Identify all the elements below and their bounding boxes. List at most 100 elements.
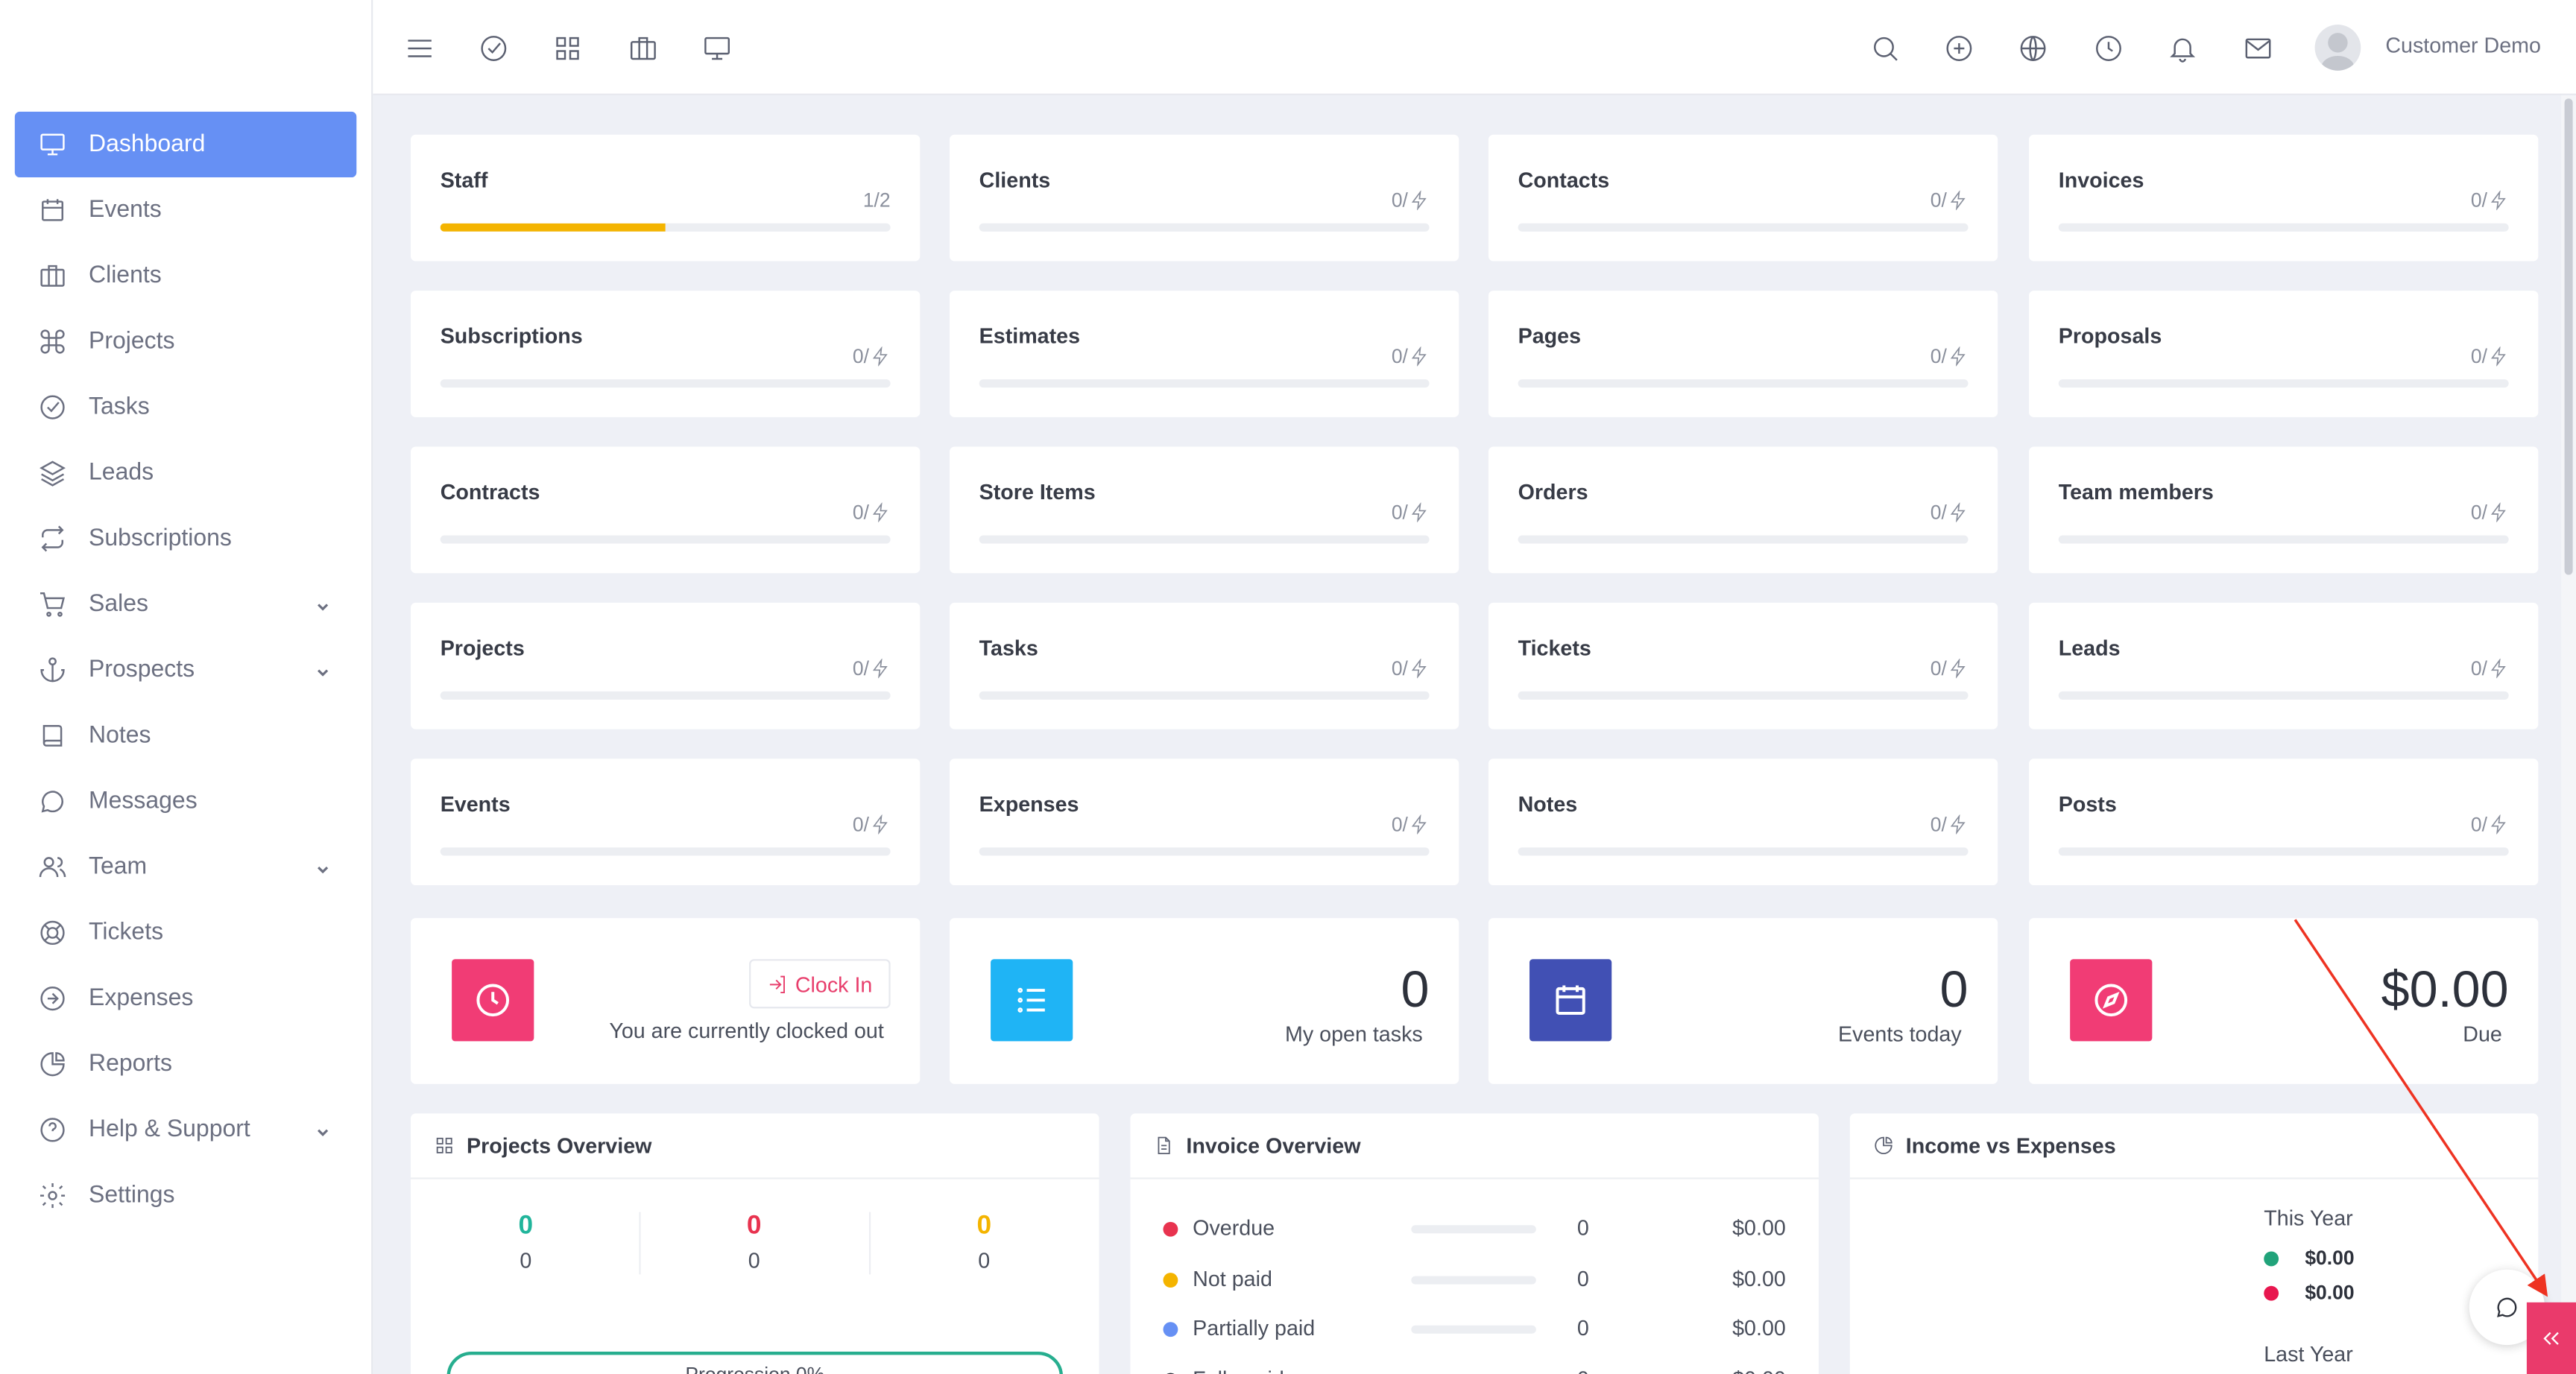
due-amount: $0.00 xyxy=(2381,960,2509,1019)
invoice-row-partially-paid[interactable]: Partially paid 0 $0.00 xyxy=(1163,1312,1786,1345)
sidebar-item-label: Projects xyxy=(89,328,175,355)
stat-progress-bar xyxy=(2058,847,2509,856)
page-scrollbar[interactable] xyxy=(2561,95,2576,1374)
mail-icon[interactable] xyxy=(2239,30,2275,66)
sidebar-item-settings[interactable]: Settings xyxy=(15,1163,356,1229)
stat-title: Leads xyxy=(2058,635,2121,661)
stat-card-store-items[interactable]: Store Items 0/ xyxy=(949,446,1459,574)
sidebar-item-dashboard[interactable]: Dashboard xyxy=(14,111,357,178)
sidebar-item-tasks[interactable]: Tasks xyxy=(15,375,356,440)
invoice-status-label: Fully paid xyxy=(1193,1366,1284,1374)
book-icon xyxy=(38,721,68,751)
clock-status-text: You are currently clocked out xyxy=(609,1018,884,1043)
sidebar-item-sales[interactable]: Sales xyxy=(15,572,356,637)
income-expenses-panel: Income vs Expenses This Year $0.00 $0.00… xyxy=(1849,1113,2539,1374)
due-widget[interactable]: $0.00 Due xyxy=(2029,918,2539,1084)
projects-hold-column[interactable]: 0 0 xyxy=(869,1212,1099,1273)
bell-icon[interactable] xyxy=(2164,30,2200,66)
stat-count-value: 0/ xyxy=(852,501,869,525)
stat-card-subscriptions[interactable]: Subscriptions 0/ xyxy=(411,291,921,417)
stat-card-projects[interactable]: Projects 0/ xyxy=(411,602,921,729)
sidebar-item-events[interactable]: Events xyxy=(15,177,356,243)
stat-count: 0/ xyxy=(853,657,891,680)
sidebar-item-tickets[interactable]: Tickets xyxy=(15,900,356,966)
invoice-amount: $0.00 xyxy=(1732,1265,1786,1291)
projects-open-column[interactable]: 0 0 xyxy=(411,1212,641,1273)
monitor-icon[interactable] xyxy=(698,30,734,66)
tasks-widget-icon-box xyxy=(991,959,1073,1042)
sidebar-item-help-support[interactable]: Help & Support xyxy=(15,1097,356,1162)
app-root: Dashboard Events Clients Projects Tasks Leads… xyxy=(0,0,2576,1374)
clock-in-button[interactable]: Clock In xyxy=(749,959,891,1009)
stat-progress-bar xyxy=(2058,535,2509,544)
projects-overdue-column[interactable]: 0 0 xyxy=(639,1212,869,1273)
zap-icon xyxy=(2490,502,2506,522)
stat-count-value: 0/ xyxy=(1930,501,1947,525)
stat-count-value: 0/ xyxy=(1391,344,1408,368)
chevron-down-icon xyxy=(315,1120,330,1136)
clock-icon[interactable] xyxy=(2090,30,2126,66)
sidebar-item-subscriptions[interactable]: Subscriptions xyxy=(15,506,356,572)
stat-card-events[interactable]: Events 0/ xyxy=(411,759,921,886)
invoice-row-not-paid[interactable]: Not paid 0 $0.00 xyxy=(1163,1262,1786,1295)
stat-card-team-members[interactable]: Team members 0/ xyxy=(2029,446,2539,574)
invoice-count: 0 xyxy=(1576,1265,1589,1291)
stat-card-posts[interactable]: Posts 0/ xyxy=(2029,759,2539,886)
plus-circle-icon[interactable] xyxy=(1940,30,1976,66)
stat-card-tickets[interactable]: Tickets 0/ xyxy=(1488,602,1998,729)
sidebar-item-notes[interactable]: Notes xyxy=(15,703,356,768)
status-dot xyxy=(1163,1272,1178,1287)
grid-icon[interactable] xyxy=(549,30,584,66)
sidebar-item-clients[interactable]: Clients xyxy=(15,243,356,308)
stat-card-expenses[interactable]: Expenses 0/ xyxy=(949,759,1459,886)
briefcase-icon xyxy=(38,261,68,291)
sidebar-item-expenses[interactable]: Expenses xyxy=(15,966,356,1031)
stat-progress-bar xyxy=(2058,223,2509,232)
stat-progress-bar xyxy=(979,223,1430,232)
stat-card-tasks[interactable]: Tasks 0/ xyxy=(949,602,1459,729)
brand-area xyxy=(0,0,371,95)
invoice-row-overdue[interactable]: Overdue 0 $0.00 xyxy=(1163,1212,1786,1245)
sidebar-item-projects[interactable]: Projects xyxy=(15,308,356,374)
stat-card-estimates[interactable]: Estimates 0/ xyxy=(949,291,1459,417)
open-tasks-count: 0 xyxy=(1401,960,1430,1019)
stat-card-staff[interactable]: Staff 1/2 xyxy=(411,134,921,262)
avatar[interactable] xyxy=(2314,25,2361,71)
stat-title: Team members xyxy=(2058,479,2214,504)
events-today-label: Events today xyxy=(1838,1021,1962,1047)
menu-icon[interactable] xyxy=(401,30,437,66)
stat-count-value: 0/ xyxy=(2470,501,2488,525)
briefcase-icon[interactable] xyxy=(625,30,660,66)
sidebar-item-leads[interactable]: Leads xyxy=(15,440,356,506)
stat-card-pages[interactable]: Pages 0/ xyxy=(1488,291,1998,417)
stat-card-contracts[interactable]: Contracts 0/ xyxy=(411,446,921,574)
stat-card-leads[interactable]: Leads 0/ xyxy=(2029,602,2539,729)
stat-card-contacts[interactable]: Contacts 0/ xyxy=(1488,134,1998,262)
stat-card-notes[interactable]: Notes 0/ xyxy=(1488,759,1998,886)
username[interactable]: Customer Demo xyxy=(2385,33,2541,57)
check-circle-icon[interactable] xyxy=(475,30,511,66)
this-year-expenses: $0.00 xyxy=(2264,1281,2355,1304)
sidebar-item-prospects[interactable]: Prospects xyxy=(15,637,356,703)
stat-card-proposals[interactable]: Proposals 0/ xyxy=(2029,291,2539,417)
scrollbar-thumb[interactable] xyxy=(2564,98,2573,575)
stat-count-value: 0/ xyxy=(852,344,869,368)
search-icon[interactable] xyxy=(1866,30,1902,66)
stat-card-orders[interactable]: Orders 0/ xyxy=(1488,446,1998,574)
globe-icon[interactable] xyxy=(2014,30,2050,66)
stat-card-invoices[interactable]: Invoices 0/ xyxy=(2029,134,2539,262)
status-dot xyxy=(1163,1221,1178,1237)
clock-in-label: Clock In xyxy=(795,971,873,996)
stat-title: Clients xyxy=(979,167,1051,192)
open-tasks-widget[interactable]: 0 My open tasks xyxy=(949,918,1459,1084)
stat-count-value: 0/ xyxy=(1930,813,1947,836)
sidebar-item-label: Dashboard xyxy=(89,131,206,158)
stat-card-clients[interactable]: Clients 0/ xyxy=(949,134,1459,262)
sidebar-item-reports[interactable]: Reports xyxy=(15,1031,356,1097)
events-today-widget[interactable]: 0 Events today xyxy=(1488,918,1998,1084)
sidebar-item-messages[interactable]: Messages xyxy=(15,769,356,835)
invoice-row-fully-paid[interactable]: Fully paid 0 $0.00 xyxy=(1163,1362,1786,1374)
collapse-panel-button[interactable] xyxy=(2526,1302,2576,1374)
sidebar-item-team[interactable]: Team xyxy=(15,835,356,900)
stat-count: 0/ xyxy=(1931,657,1969,680)
